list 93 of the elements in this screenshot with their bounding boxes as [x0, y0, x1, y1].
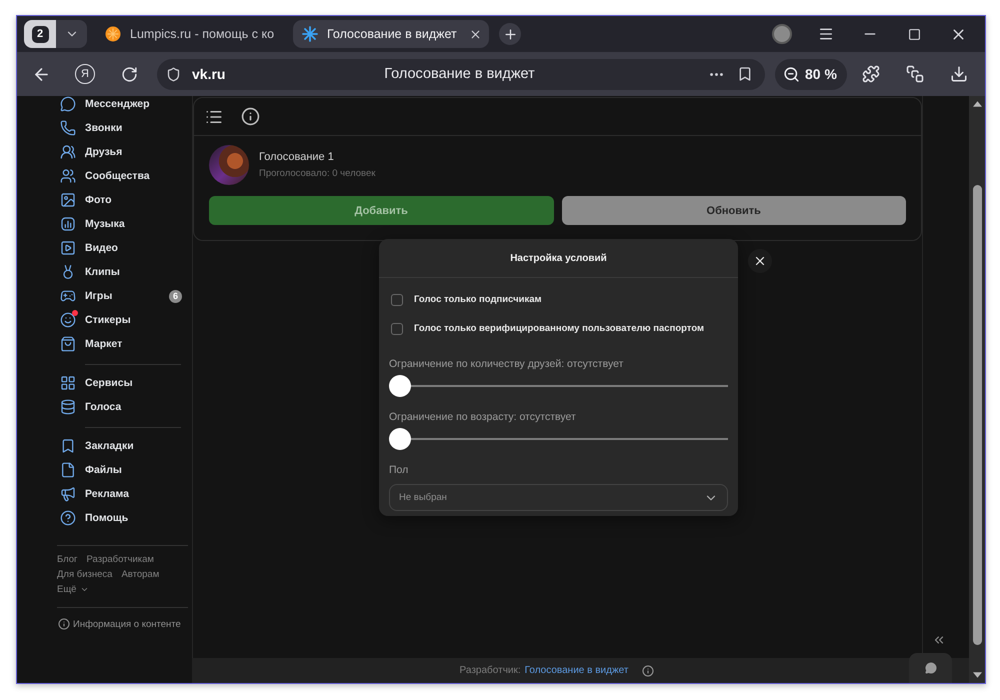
two-people-icon[interactable]: [60, 144, 76, 160]
coin-stack-icon[interactable]: [60, 399, 76, 415]
sidebar-item[interactable]: Клипы: [57, 264, 188, 280]
zoom-button[interactable]: 80 %: [775, 58, 847, 90]
footer-link[interactable]: Для бизнеса: [57, 569, 112, 580]
sidebar-item[interactable]: Фото: [57, 192, 188, 208]
poll-vote-count: Проголосовало: 0 человек: [259, 168, 376, 179]
poll-image-placeholder: [209, 145, 249, 185]
sidebar-item[interactable]: Маркет: [57, 336, 188, 352]
group-icon[interactable]: [60, 168, 76, 184]
snowflake-icon: [302, 26, 318, 42]
slider-thumb[interactable]: [389, 375, 411, 397]
footer-link[interactable]: Блог: [57, 554, 78, 565]
poll-title: Голосование 1: [259, 151, 335, 163]
refresh-button[interactable]: Обновить: [562, 196, 906, 225]
close-icon[interactable]: [753, 254, 767, 268]
sidebar-item[interactable]: Стикеры: [57, 312, 188, 328]
profile-avatar[interactable]: [772, 24, 792, 44]
info-icon[interactable]: [642, 664, 654, 676]
document-icon[interactable]: [60, 462, 76, 478]
page-title: Голосование в виджет: [384, 66, 535, 82]
checkbox[interactable]: [391, 322, 403, 334]
scroll-up-icon[interactable]: [972, 101, 982, 107]
chevron-down-icon[interactable]: [80, 585, 90, 594]
content-info-link[interactable]: Информация о контенте: [57, 617, 188, 631]
scroll-down-icon[interactable]: [972, 672, 982, 678]
more-menu-link[interactable]: Ещё: [57, 584, 90, 595]
address-domain: vk.ru: [192, 66, 226, 82]
scrollbar-thumb[interactable]: [972, 185, 982, 645]
sidebar-item[interactable]: Мессенджер: [57, 96, 188, 112]
equalizer-icon[interactable]: [60, 216, 76, 232]
speech-bubble-icon[interactable]: [924, 662, 936, 674]
sidebar-item[interactable]: Игры 6: [57, 288, 188, 304]
bookmark-icon[interactable]: [737, 66, 753, 82]
slider[interactable]: [389, 428, 728, 450]
megaphone-icon[interactable]: [60, 486, 76, 502]
gamepad-icon[interactable]: [60, 288, 76, 304]
zoom-out-icon[interactable]: [783, 66, 800, 82]
speech-bubble-icon[interactable]: [60, 96, 76, 112]
slider-thumb[interactable]: [389, 428, 411, 450]
count-badge: 6: [169, 290, 182, 302]
plus-icon[interactable]: [502, 26, 518, 42]
sidebar-item[interactable]: Закладки: [57, 438, 188, 454]
footer-link[interactable]: Авторам: [121, 569, 160, 580]
sidebar-item[interactable]: Сервисы: [57, 375, 188, 391]
select-label: Пол: [389, 463, 410, 477]
picture-icon[interactable]: [60, 192, 76, 208]
slider-label: Ограничение по количеству друзей: отсутствует: [389, 357, 624, 371]
info-icon[interactable]: [241, 107, 260, 126]
checkbox-label[interactable]: Голос только подписчикам: [414, 294, 542, 305]
citrus-slice-icon: [105, 26, 121, 42]
help-icon[interactable]: [60, 510, 76, 526]
sidebar-item[interactable]: Звонки: [57, 120, 188, 136]
checkbox-label[interactable]: Голос только верифицированному пользователю паспортом: [414, 323, 704, 334]
sidebar-item[interactable]: Файлы: [57, 462, 188, 478]
sidebar-item[interactable]: Голоса: [57, 399, 188, 415]
new-tab-button[interactable]: [499, 23, 521, 45]
developer-label: Разработчик:: [460, 665, 521, 676]
puzzle-icon[interactable]: [862, 65, 880, 83]
logo-button[interactable]: Я: [75, 64, 95, 84]
smiley-icon[interactable]: [60, 312, 76, 328]
shield-icon[interactable]: [166, 66, 181, 82]
stacked-squares-icon[interactable]: [906, 65, 924, 83]
play-square-icon[interactable]: [60, 240, 76, 256]
scrollbar[interactable]: [969, 96, 985, 683]
reload-icon[interactable]: [120, 66, 138, 82]
sidebar-item[interactable]: Друзья: [57, 144, 188, 160]
sidebar-item[interactable]: Помощь: [57, 510, 188, 526]
dialog-title: Настройка условий: [510, 252, 607, 264]
dialog-close-button[interactable]: [748, 249, 772, 273]
slider[interactable]: [389, 375, 728, 397]
grid-icon[interactable]: [60, 375, 76, 391]
tab-counter-button[interactable]: 2: [24, 20, 56, 48]
browser-tab[interactable]: Lumpics.ru - помощь с ко: [96, 20, 292, 48]
phone-icon[interactable]: [60, 120, 76, 136]
sidebar-item[interactable]: Сообщества: [57, 168, 188, 184]
checkbox[interactable]: [391, 294, 403, 306]
bookmark-icon[interactable]: [60, 438, 76, 454]
shopping-bag-icon[interactable]: [60, 336, 76, 352]
sidebar-item[interactable]: Музыка: [57, 216, 188, 232]
menu-icon[interactable]: [818, 26, 834, 42]
sidebar-item[interactable]: Реклама: [57, 486, 188, 502]
browser-tab[interactable]: Голосование в виджет: [293, 20, 489, 48]
address-bar[interactable]: vk.ru Голосование в виджет: [157, 58, 765, 90]
sidebar-item[interactable]: Видео: [57, 240, 188, 256]
gender-select[interactable]: Не выбран: [389, 484, 728, 511]
maximize-icon[interactable]: [908, 28, 920, 40]
footer-link[interactable]: Разработчикам: [86, 554, 154, 565]
slider-label: Ограничение по возрасту: отсутствует: [389, 410, 577, 424]
info-icon[interactable]: [58, 618, 70, 630]
download-icon[interactable]: [950, 65, 968, 83]
chat-button[interactable]: [909, 653, 952, 683]
developer-link[interactable]: Голосование в виджет: [524, 665, 628, 676]
